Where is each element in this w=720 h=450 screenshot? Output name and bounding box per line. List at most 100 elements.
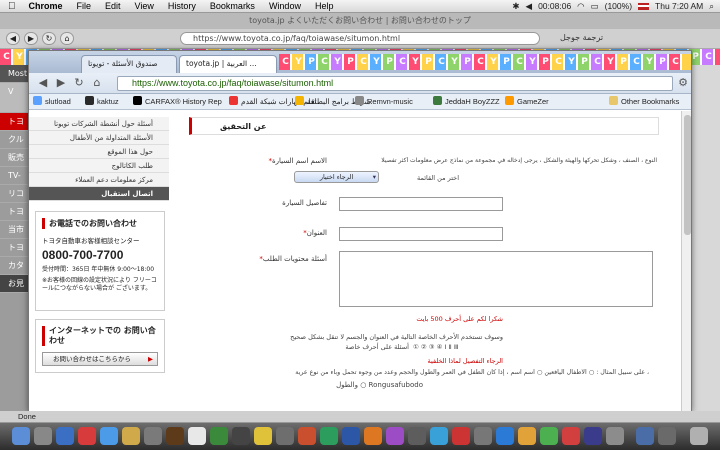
app-icon[interactable] [298, 427, 316, 445]
back-left-label[interactable]: Most V [0, 65, 30, 96]
app-icon[interactable] [496, 427, 514, 445]
bookmark-item[interactable]: slutload [33, 96, 71, 108]
app-icon[interactable] [276, 427, 294, 445]
bookmark-item[interactable]: JeddaH BoyZZZ [433, 96, 500, 108]
menu-history[interactable]: History [161, 1, 203, 11]
tab-1[interactable]: صندوق الأسئلة - تويوتا [81, 55, 177, 73]
app-icon[interactable] [408, 427, 426, 445]
back-left-label[interactable]: カタ [0, 257, 30, 275]
spotlight-icon[interactable]: ⌕ [709, 1, 714, 12]
apple-menu-icon[interactable]:  [0, 1, 22, 12]
home-icon[interactable]: ⌂ [89, 76, 105, 91]
back-left-label[interactable]: 販売 [0, 149, 30, 167]
clock[interactable]: Thu 7:20 AM [655, 1, 703, 11]
battery-icon[interactable]: ▭ [591, 1, 599, 12]
left-link[interactable]: طلب الكاتالوج [29, 159, 169, 173]
app-icon[interactable] [430, 427, 448, 445]
back-nav-forward-icon[interactable]: ▶ [24, 32, 38, 45]
menu-window[interactable]: Window [262, 1, 308, 11]
folder-icon[interactable] [636, 427, 654, 445]
back-nav-back-icon[interactable]: ◀ [6, 32, 20, 45]
bookmark-favicon-icon [505, 96, 514, 105]
address-input[interactable] [339, 227, 503, 241]
scroll-thumb[interactable] [684, 115, 691, 235]
app-icon[interactable] [320, 427, 338, 445]
reload-icon[interactable]: ↻ [71, 76, 87, 91]
app-icon[interactable] [122, 427, 140, 445]
app-icon[interactable] [606, 427, 624, 445]
app-icon[interactable] [342, 427, 360, 445]
left-link[interactable]: حول هذا الموقع [29, 145, 169, 159]
volume-icon[interactable]: ◀ [526, 1, 533, 12]
bookmark-item[interactable]: Other Bookmarks [609, 96, 679, 108]
bluetooth-icon[interactable]: ✱ [512, 1, 519, 12]
menu-bookmarks[interactable]: Bookmarks [203, 1, 262, 11]
back-left-label[interactable]: お見 [0, 275, 30, 293]
app-icon[interactable] [474, 427, 492, 445]
menu-file[interactable]: File [70, 1, 99, 11]
arrow-right-icon: ▶ [148, 355, 153, 363]
bookmark-item[interactable]: CARFAX® History Rep [133, 96, 222, 108]
app-icon[interactable] [232, 427, 250, 445]
app-icon[interactable] [188, 427, 206, 445]
flag-icon[interactable] [638, 2, 650, 10]
back-nav-home-icon[interactable]: ⌂ [60, 32, 74, 45]
app-icon[interactable] [144, 427, 162, 445]
app-icon[interactable] [540, 427, 558, 445]
back-nav-reload-icon[interactable]: ↻ [42, 32, 56, 45]
back-left-label[interactable]: リコ [0, 185, 30, 203]
app-icon[interactable] [254, 427, 272, 445]
left-link[interactable]: مركز معلومات دعم العملاء [29, 173, 169, 187]
left-link[interactable]: الأسئلة المتداولة من الأطفال [29, 131, 169, 145]
back-left-label[interactable]: トヨ [0, 203, 30, 221]
back-left-label[interactable]: トヨ [0, 239, 30, 257]
app-icon[interactable] [166, 427, 184, 445]
chrome-icon[interactable] [562, 427, 580, 445]
wifi-icon[interactable]: ◠ [577, 1, 584, 12]
wrench-icon[interactable]: ⚙ [675, 76, 691, 91]
left-link-active[interactable]: اتصال استقبال [29, 187, 169, 201]
url-field[interactable]: https://www.toyota.co.jp/faq/toiawase/si… [117, 76, 673, 91]
car-name-select[interactable]: الرجاء اختيار ▾ [294, 171, 379, 183]
back-left-label[interactable]: クル [0, 131, 30, 149]
question-textarea[interactable] [339, 251, 653, 307]
dashboard-icon[interactable] [34, 427, 52, 445]
back-left-label[interactable]: トヨ [0, 113, 30, 131]
phone-hours: 受付時間：365日 年中無休 9:00～18:00 [42, 266, 155, 273]
net-contact-button[interactable]: お問い合わせはこちらから ▶ [42, 352, 158, 366]
app-icon[interactable] [452, 427, 470, 445]
app-icon[interactable] [518, 427, 536, 445]
safari-icon[interactable] [100, 427, 118, 445]
menu-app-name[interactable]: Chrome [22, 1, 70, 11]
car-details-input[interactable] [339, 197, 503, 211]
back-icon[interactable]: ◀ [35, 76, 51, 91]
mail-icon[interactable] [56, 427, 74, 445]
vertical-scrollbar[interactable] [681, 111, 691, 411]
menu-edit[interactable]: Edit [98, 1, 128, 11]
back-left-label[interactable]: 当市 [0, 221, 30, 239]
menu-help[interactable]: Help [308, 1, 341, 11]
trash-icon[interactable] [690, 427, 708, 445]
dropdown-arrow-icon: ▾ [372, 173, 376, 181]
back-url-field[interactable]: https://www.toyota.co.jp/faq/toiawase/si… [180, 32, 540, 45]
bookmark-item[interactable]: GameZer [505, 96, 549, 108]
special-chars-line: وسوف تستخدم الأحرف الخاصة التالية في الع… [290, 333, 503, 341]
menu-view[interactable]: View [128, 1, 161, 11]
back-left-label[interactable]: TV- [0, 167, 30, 185]
bookmark-favicon-icon [355, 96, 364, 105]
app-icon[interactable] [584, 427, 602, 445]
app-icon[interactable] [78, 427, 96, 445]
app-icon[interactable] [386, 427, 404, 445]
app-icon[interactable] [364, 427, 382, 445]
downloads-icon[interactable] [658, 427, 676, 445]
back-translate-label[interactable]: ترجمة جوجل [560, 33, 603, 42]
finder-icon[interactable] [12, 427, 30, 445]
bookmark-item[interactable]: kaktuz [85, 96, 119, 108]
tab-2[interactable]: toyota.jp | العربية ... [179, 55, 277, 73]
address-label: *العنوان [303, 229, 327, 237]
app-icon[interactable] [210, 427, 228, 445]
bookmark-item[interactable]: Remvn-music [355, 96, 413, 108]
section-header: عن التحقيق [189, 117, 659, 135]
forward-icon[interactable]: ▶ [53, 76, 69, 91]
left-link[interactable]: أسئلة حول أنشطة الشركات تويوتا [29, 117, 169, 131]
